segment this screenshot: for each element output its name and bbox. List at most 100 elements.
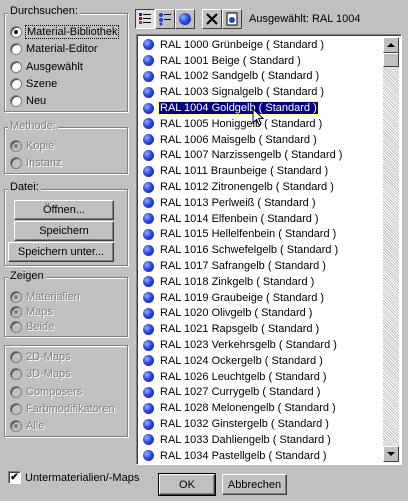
material-sphere-icon (143, 402, 154, 414)
file-group-title: Datei: (8, 181, 41, 193)
material-sphere-icon (143, 371, 154, 383)
material-sphere-icon (143, 197, 154, 209)
radio-scene[interactable]: Szene (10, 77, 57, 91)
radio-button (10, 420, 22, 432)
submaterials-checkbox[interactable]: ✔ (8, 471, 21, 484)
delete-button[interactable] (202, 9, 222, 29)
material-sphere-icon (143, 149, 154, 161)
list-icons-view-button[interactable] (155, 9, 175, 29)
material-sphere-icon (143, 244, 154, 256)
radio-selected[interactable]: Ausgewählt (10, 60, 83, 74)
material-sphere-icon (143, 307, 154, 319)
radio-instance: Instanz (10, 156, 61, 170)
arrow-up-icon (387, 43, 395, 47)
list-item-label: RAL 1019 Graubeige ( Standard ) (160, 291, 325, 304)
submaterials-checkbox-row[interactable]: ✔ Untermaterialien/-Maps (8, 471, 139, 484)
list-item[interactable]: RAL 1026 Leuchtgelb ( Standard ) (139, 369, 383, 385)
ok-button[interactable]: OK (158, 473, 216, 496)
save-as-button[interactable]: Speichern unter... (8, 242, 114, 262)
radio-button[interactable] (10, 26, 22, 38)
list-item[interactable]: RAL 1006 Maisgelb ( Standard ) (139, 132, 383, 148)
sphere-view-button[interactable] (175, 9, 195, 29)
arrow-down-icon (387, 452, 395, 456)
list-item-label: RAL 1033 Dahliengelb ( Standard ) (160, 433, 331, 446)
radio-maps: Maps (10, 305, 53, 319)
list-icons-view-icon (159, 13, 171, 26)
list-item-label: RAL 1028 Melonengelb ( Standard ) (160, 402, 336, 415)
list-item[interactable]: RAL 1027 Currygelb ( Standard ) (139, 385, 383, 401)
list-view-button[interactable] (135, 9, 155, 29)
vertical-scrollbar[interactable] (383, 37, 399, 462)
open-button[interactable]: Öffnen... (14, 200, 114, 220)
cancel-button[interactable]: Abbrechen (222, 474, 287, 495)
list-item[interactable]: RAL 1032 Ginstergelb ( Standard ) (139, 416, 383, 432)
radio-button (10, 403, 22, 415)
list-item-label: RAL 1016 Schwefelgelb ( Standard ) (160, 244, 339, 257)
radio-material-editor[interactable]: Material-Editor (10, 42, 98, 56)
list-item[interactable]: RAL 1003 Signalgelb ( Standard ) (139, 84, 383, 100)
scroll-up-button[interactable] (383, 37, 399, 53)
list-item[interactable]: RAL 1002 Sandgelb ( Standard ) (139, 69, 383, 85)
list-item[interactable]: RAL 1017 Safrangelb ( Standard ) (139, 258, 383, 274)
radio-button[interactable] (10, 95, 22, 107)
material-sphere-icon (143, 181, 154, 193)
list-item-label: RAL 1013 Perlweiß ( Standard ) (160, 196, 316, 209)
radio-label: Instanz (26, 157, 62, 169)
list-item[interactable]: RAL 1007 Narzissengelb ( Standard ) (139, 148, 383, 164)
radio-2d-maps: 2D-Maps (10, 350, 71, 364)
radio-label: Ausgewählt (26, 61, 83, 73)
scroll-thumb[interactable] (383, 53, 399, 67)
radio-label: Materialien (26, 291, 80, 303)
list-item-label: RAL 1006 Maisgelb ( Standard ) (160, 133, 317, 146)
list-item-label: RAL 1004 Goldgelb ( Standard ) (158, 101, 319, 116)
list-item-label: RAL 1000 Grünbeige ( Standard ) (160, 38, 325, 51)
list-item-label: RAL 1005 Honiggelb ( Standard ) (160, 117, 323, 130)
scroll-down-button[interactable] (383, 446, 399, 462)
material-sphere-icon (143, 323, 154, 335)
material-list[interactable]: RAL 1000 Grünbeige ( Standard ) RAL 1001 … (136, 34, 402, 465)
list-item-label: RAL 1032 Ginstergelb ( Standard ) (160, 418, 329, 431)
list-item-label: RAL 1020 Olivgelb ( Standard ) (160, 307, 313, 320)
radio-new[interactable]: Neu (10, 94, 46, 108)
radio-button[interactable] (10, 43, 22, 55)
radio-label: Maps (26, 306, 53, 318)
list-item[interactable]: RAL 1016 Schwefelgelb ( Standard ) (139, 242, 383, 258)
material-sphere-icon (143, 165, 154, 177)
list-item[interactable]: RAL 1000 Grünbeige ( Standard ) (139, 37, 383, 53)
radio-material-library[interactable]: Material-Bibliothek (10, 25, 120, 39)
radio-label: 2D-Maps (26, 351, 71, 363)
radio-button[interactable] (10, 61, 22, 73)
list-item[interactable]: RAL 1028 Melonengelb ( Standard ) (139, 400, 383, 416)
list-item[interactable]: RAL 1001 Beige ( Standard ) (139, 53, 383, 69)
radio-copy: Kopie (10, 139, 54, 153)
radio-label: 3D-Maps (26, 368, 71, 380)
list-item[interactable]: RAL 1012 Zitronengelb ( Standard ) (139, 179, 383, 195)
list-item[interactable]: RAL 1011 Braunbeige ( Standard ) (139, 163, 383, 179)
list-item[interactable]: RAL 1034 Pastellgelb ( Standard ) (139, 448, 383, 462)
material-sphere-icon (143, 134, 154, 146)
radio-button (10, 306, 22, 318)
list-item-label: RAL 1001 Beige ( Standard ) (160, 54, 301, 67)
radio-label: Neu (26, 95, 47, 107)
list-item[interactable]: RAL 1019 Graubeige ( Standard ) (139, 290, 383, 306)
save-button[interactable]: Speichern (14, 221, 114, 241)
list-item[interactable]: RAL 1014 Elfenbein ( Standard ) (139, 211, 383, 227)
list-item[interactable]: RAL 1015 Hellelfenbein ( Standard ) (139, 227, 383, 243)
list-item-label: RAL 1014 Elfenbein ( Standard ) (160, 212, 319, 225)
library-file-button[interactable] (222, 9, 242, 29)
list-item[interactable]: RAL 1024 Ockergelb ( Standard ) (139, 353, 383, 369)
material-sphere-icon (143, 434, 154, 446)
list-item[interactable]: RAL 1033 Dahliengelb ( Standard ) (139, 432, 383, 448)
radio-button[interactable] (10, 78, 22, 90)
list-item[interactable]: RAL 1021 Rapsgelb ( Standard ) (139, 321, 383, 337)
list-item[interactable]: RAL 1013 Perlweiß ( Standard ) (139, 195, 383, 211)
radio-button (10, 368, 22, 380)
radio-both: Beide (10, 320, 54, 334)
list-item[interactable]: RAL 1018 Zinkgelb ( Standard ) (139, 274, 383, 290)
list-item[interactable]: RAL 1023 Verkehrsgelb ( Standard ) (139, 337, 383, 353)
list-item-label: RAL 1007 Narzissengelb ( Standard ) (160, 149, 343, 162)
list-item[interactable]: RAL 1020 Olivgelb ( Standard ) (139, 306, 383, 322)
radio-label: Kopie (26, 140, 55, 152)
material-sphere-icon (143, 355, 154, 367)
list-item-label: RAL 1018 Zinkgelb ( Standard ) (160, 275, 315, 288)
